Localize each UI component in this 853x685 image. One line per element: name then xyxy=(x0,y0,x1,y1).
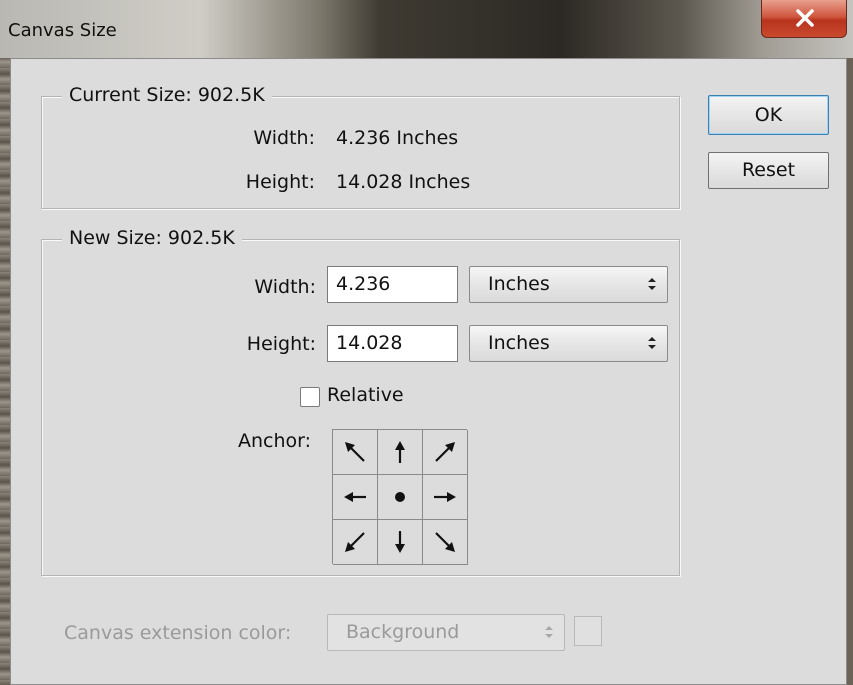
current-size-group: Current Size: 902.5K Width: 4.236 Inches… xyxy=(41,84,680,209)
arrow-right-icon xyxy=(434,492,456,502)
extension-color-select[interactable]: Background xyxy=(327,614,565,651)
anchor-top[interactable] xyxy=(378,430,423,475)
current-width-value: 4.236 Inches xyxy=(336,127,459,149)
current-height-label: Height: xyxy=(245,171,315,193)
anchor-top-right[interactable] xyxy=(423,430,468,475)
height-unit-value: Inches xyxy=(488,332,550,354)
height-unit-select[interactable]: Inches xyxy=(469,325,668,362)
anchor-bottom-left[interactable] xyxy=(333,520,378,565)
title-bar[interactable]: Canvas Size xyxy=(0,0,853,58)
new-height-label: Height: xyxy=(246,333,316,355)
arrow-left-icon xyxy=(344,492,366,502)
anchor-top-left[interactable] xyxy=(333,430,378,475)
arrow-down-left-icon xyxy=(345,532,365,552)
background-edge xyxy=(0,0,10,685)
current-height-value: 14.028 Inches xyxy=(336,171,471,193)
close-button[interactable] xyxy=(761,0,847,38)
extension-color-label: Canvas extension color: xyxy=(64,622,292,644)
arrow-down-right-icon xyxy=(435,532,455,552)
spin-arrows-icon xyxy=(648,337,656,349)
arrow-up-left-icon xyxy=(345,442,365,462)
extension-color-value: Background xyxy=(346,621,460,643)
relative-label[interactable]: Relative xyxy=(327,384,404,406)
current-width-label: Width: xyxy=(253,127,315,149)
anchor-grid xyxy=(332,429,468,565)
anchor-left[interactable] xyxy=(333,475,378,520)
height-input-value: 14.028 xyxy=(336,332,403,354)
new-size-legend: New Size: 902.5K xyxy=(62,227,242,249)
current-size-legend: Current Size: 902.5K xyxy=(62,84,272,106)
anchor-right[interactable] xyxy=(423,475,468,520)
width-unit-select[interactable]: Inches xyxy=(469,266,668,303)
width-input-value: 4.236 xyxy=(336,273,391,295)
spin-arrows-icon xyxy=(545,626,553,638)
width-input[interactable]: 4.236 xyxy=(327,266,458,303)
relative-checkbox[interactable] xyxy=(300,387,320,407)
reset-button[interactable]: Reset xyxy=(708,152,829,189)
spin-arrows-icon xyxy=(648,278,656,290)
anchor-center[interactable] xyxy=(378,475,423,520)
arrow-up-right-icon xyxy=(435,442,455,462)
new-width-label: Width: xyxy=(254,276,316,298)
width-unit-value: Inches xyxy=(488,273,550,295)
ok-button-label: OK xyxy=(754,104,783,126)
window-title: Canvas Size xyxy=(8,20,117,41)
arrow-down-icon xyxy=(395,531,405,553)
ok-button[interactable]: OK xyxy=(708,95,829,135)
reset-button-label: Reset xyxy=(741,159,796,181)
anchor-bottom-right[interactable] xyxy=(423,520,468,565)
anchor-label: Anchor: xyxy=(237,430,311,452)
dialog-body: Current Size: 902.5K Width: 4.236 Inches… xyxy=(10,58,847,685)
extension-color-swatch[interactable] xyxy=(574,616,602,646)
height-input[interactable]: 14.028 xyxy=(327,325,458,362)
anchor-bottom[interactable] xyxy=(378,520,423,565)
center-dot-icon xyxy=(395,492,405,502)
arrow-up-icon xyxy=(395,441,405,463)
close-icon xyxy=(796,9,814,27)
